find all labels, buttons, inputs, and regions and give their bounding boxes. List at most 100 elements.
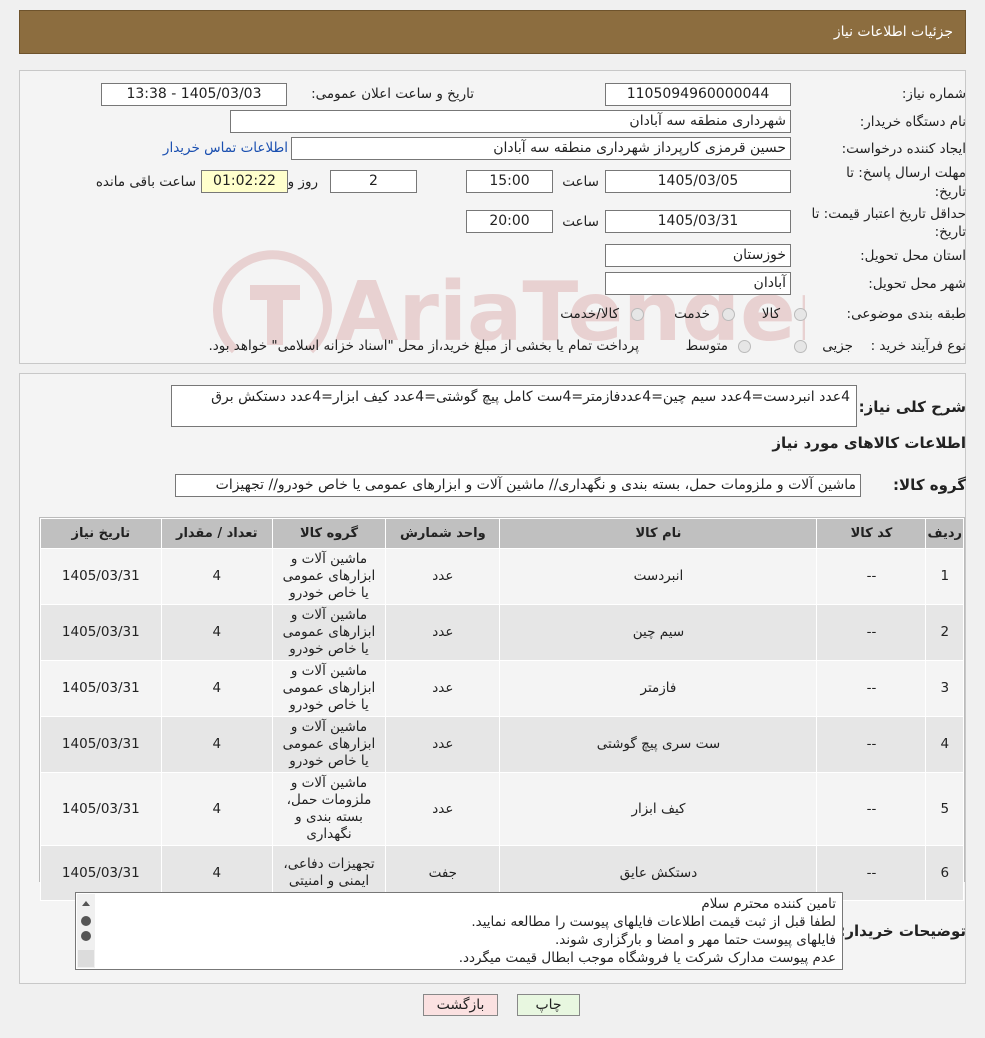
row-date: 1405/03/31	[40, 660, 162, 717]
print-button[interactable]: چاپ	[517, 994, 580, 1016]
row-index: 5	[925, 772, 964, 846]
category-radio-goods[interactable]	[794, 308, 807, 321]
row-unit: عدد	[385, 604, 501, 661]
remaining-label: ساعت باقی مانده	[95, 174, 196, 190]
row-name: ست سری پیچ گوشتی	[499, 716, 818, 773]
process-radio-medium[interactable]	[738, 340, 751, 353]
remaining-time-field: 01:02:22	[201, 170, 288, 193]
validity-label-date: تاریخ:	[934, 224, 966, 240]
page-header: جزئیات اطلاعات نیاز	[19, 10, 966, 54]
page-title: جزئیات اطلاعات نیاز	[833, 24, 953, 40]
process-radio-minor[interactable]	[794, 340, 807, 353]
category-radio-goods-service[interactable]	[631, 308, 644, 321]
table-row: 3 -- فازمتر عدد ماشین آلات و ابزارهای عم…	[40, 660, 964, 717]
table-row: 4 -- ست سری پیچ گوشتی عدد ماشین آلات و ا…	[40, 716, 964, 773]
goods-group-label: گروه کالا:	[893, 476, 966, 494]
row-name: انبردست	[499, 548, 818, 605]
row-code: --	[816, 772, 927, 846]
goods-group-field: ماشین آلات و ملزومات حمل، بسته بندی و نگ…	[175, 474, 861, 497]
row-qty: 4	[160, 660, 273, 717]
buyer-notes-label: توضیحات خریدار:	[839, 922, 966, 940]
process-note: پرداخت تمام یا بخشی از مبلغ خرید،از محل …	[208, 338, 639, 354]
row-unit: عدد	[385, 548, 501, 605]
buyer-org-label: نام دستگاه خریدار:	[859, 114, 966, 130]
scrollbar-glyphs-icon	[78, 901, 94, 967]
summary-textarea[interactable]: 4عدد انبردست=4عدد سیم چین=4عددفازمتر=4ست…	[171, 385, 857, 427]
buyer-notes-textarea[interactable]: تامین کننده محترم سلام لطفا قبل از ثبت ق…	[75, 892, 843, 970]
row-index: 2	[925, 604, 964, 661]
province-label: استان محل تحویل:	[860, 248, 966, 264]
category-label: طبقه بندی موضوعی:	[846, 306, 966, 322]
table-row: 2 -- سیم چین عدد ماشین آلات و ابزارهای ع…	[40, 604, 964, 661]
col-header-group: گروه کالا	[271, 518, 387, 549]
validity-label: حداقل تاریخ اعتبار قیمت: تا	[811, 206, 966, 222]
items-table: ردیف کد کالا نام کالا واحد شمارش گروه کا…	[40, 518, 964, 901]
table-header-row: ردیف کد کالا نام کالا واحد شمارش گروه کا…	[40, 518, 964, 549]
back-button[interactable]: بازگشت	[423, 994, 498, 1016]
deadline-label-date: تاریخ:	[934, 184, 966, 200]
row-date: 1405/03/31	[40, 716, 162, 773]
announce-label: تاریخ و ساعت اعلان عمومی:	[311, 86, 474, 102]
row-unit: عدد	[385, 772, 501, 846]
row-name: سیم چین	[499, 604, 818, 661]
col-header-qty: تعداد / مقدار	[160, 518, 273, 549]
table-row: 1 -- انبردست عدد ماشین آلات و ابزارهای ع…	[40, 548, 964, 605]
table-row: 5 -- کیف ابزار عدد ماشین آلات و ملزومات …	[40, 772, 964, 846]
goods-section-title: اطلاعات کالاهای مورد نیاز	[772, 434, 966, 452]
col-header-date: تاریخ نیاز	[40, 518, 162, 549]
process-label: نوع فرآیند خرید :	[870, 338, 966, 354]
col-header-index: ردیف	[925, 518, 964, 549]
row-index: 3	[925, 660, 964, 717]
notes-line: لطفا قبل از ثبت قیمت اطلاعات فایلهای پیو…	[471, 914, 836, 930]
row-qty: 4	[160, 772, 273, 846]
col-header-code: کد کالا	[816, 518, 927, 549]
category-option-goods: کالا	[761, 306, 780, 322]
row-code: --	[816, 716, 927, 773]
row-name: کیف ابزار	[499, 772, 818, 846]
category-radio-service[interactable]	[722, 308, 735, 321]
notes-line: تامین کننده محترم سلام	[701, 896, 836, 912]
deadline-date-field: 1405/03/05	[605, 170, 791, 193]
row-index: 6	[925, 845, 964, 901]
buyer-contact-link[interactable]: اطلاعات تماس خریدار	[163, 140, 288, 156]
row-date: 1405/03/31	[40, 772, 162, 846]
buyer-org-field: شهرداری منطقه سه آبادان	[230, 110, 791, 133]
row-date: 1405/03/31	[40, 604, 162, 661]
validity-time-label: ساعت	[562, 214, 599, 230]
notes-line: عدم پیوست مدارک شرکت یا فروشگاه موجب ابط…	[458, 950, 836, 966]
notes-scrollbar[interactable]	[77, 894, 95, 968]
process-option-minor: جزیی	[822, 338, 853, 354]
row-qty: 4	[160, 716, 273, 773]
city-field: آبادان	[605, 272, 791, 295]
deadline-label: مهلت ارسال پاسخ: تا	[846, 165, 966, 181]
items-table-wrapper: ردیف کد کالا نام کالا واحد شمارش گروه کا…	[39, 517, 965, 901]
col-header-unit: واحد شمارش	[385, 518, 501, 549]
row-index: 4	[925, 716, 964, 773]
row-index: 1	[925, 548, 964, 605]
scroll-dot-icon	[81, 916, 91, 926]
requester-field: حسین قرمزی کارپرداز شهرداری منطقه سه آبا…	[291, 137, 791, 160]
row-group: ماشین آلات و ابزارهای عمومی یا خاص خودرو	[271, 716, 387, 773]
row-date: 1405/03/31	[40, 548, 162, 605]
col-header-name: نام کالا	[499, 518, 818, 549]
announce-field: 1405/03/03 - 13:38	[101, 83, 287, 106]
deadline-time-field: 15:00	[466, 170, 553, 193]
city-label: شهر محل تحویل:	[868, 276, 966, 292]
validity-time-field: 20:00	[466, 210, 553, 233]
category-option-goods-service: کالا/خدمت	[560, 306, 619, 322]
province-field: خوزستان	[605, 244, 791, 267]
days-label: روز و	[287, 174, 318, 190]
days-remaining-field: 2	[330, 170, 417, 193]
validity-date-field: 1405/03/31	[605, 210, 791, 233]
summary-label: شرح کلی نیاز:	[858, 398, 966, 416]
row-unit: عدد	[385, 660, 501, 717]
row-qty: 4	[160, 548, 273, 605]
need-number-field: 1105094960000044	[605, 83, 791, 106]
row-group: ماشین آلات و ملزومات حمل، بسته بندی و نگ…	[271, 772, 387, 846]
row-group: ماشین آلات و ابزارهای عمومی یا خاص خودرو	[271, 660, 387, 717]
category-option-service: خدمت	[674, 306, 710, 322]
process-option-medium: متوسط	[685, 338, 728, 354]
row-code: --	[816, 548, 927, 605]
scroll-thumb	[78, 950, 94, 967]
need-number-label: شماره نیاز:	[901, 86, 966, 102]
